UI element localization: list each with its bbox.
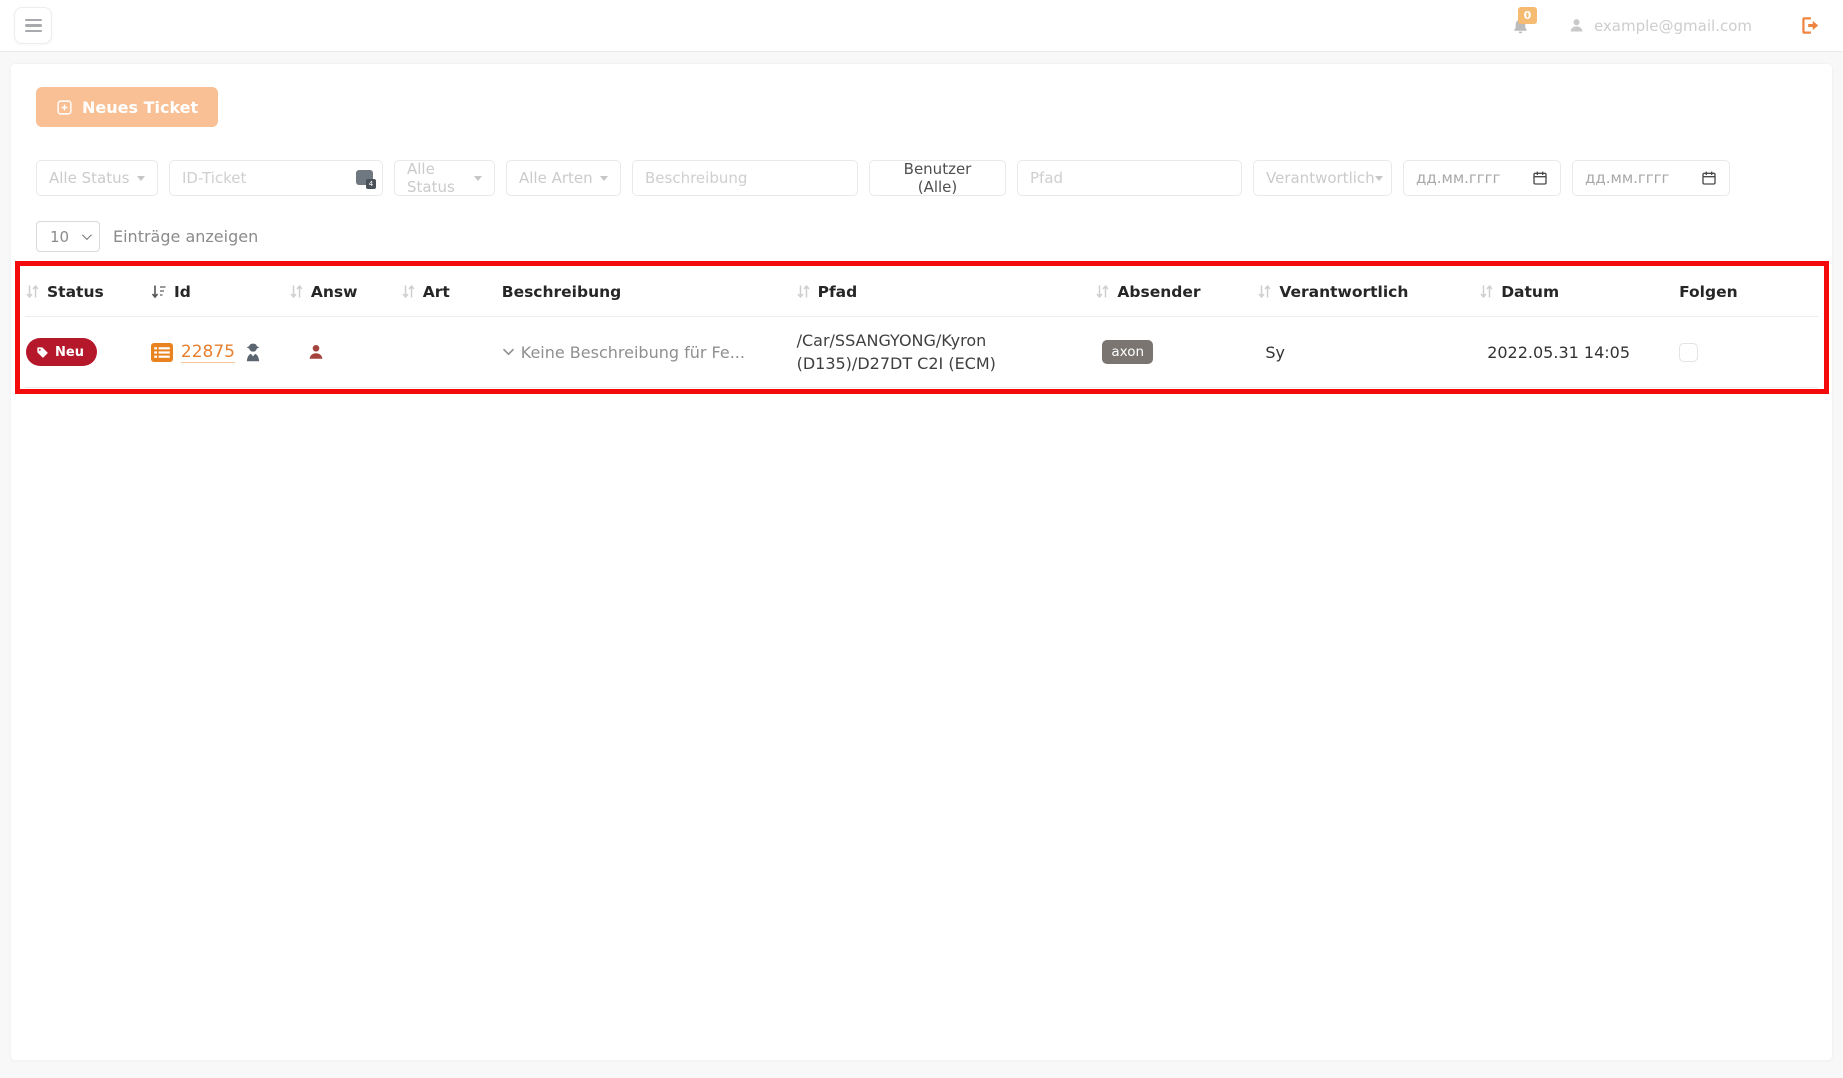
cell-pfad: /Car/SSANGYONG/Kyron (D135)/D27DT C2I (E…	[790, 317, 1090, 387]
notification-count-badge: 0	[1518, 7, 1537, 24]
filter-status-select[interactable]: Alle Status	[36, 160, 158, 196]
sort-desc-active-icon[interactable]	[151, 284, 166, 299]
table-row: Neu 22875	[25, 317, 1818, 388]
logout-icon[interactable]	[1800, 16, 1821, 35]
sort-icon[interactable]	[1096, 284, 1109, 299]
sort-icon[interactable]	[26, 284, 39, 299]
header-status[interactable]: Status	[25, 267, 148, 316]
filter-description-field[interactable]	[632, 160, 858, 196]
filter-benutzer-button[interactable]: Benutzer (Alle)	[869, 160, 1006, 196]
cell-answ	[288, 317, 400, 387]
new-ticket-button[interactable]: Neues Ticket	[36, 87, 218, 127]
cell-status: Neu	[25, 317, 148, 387]
tags-icon	[36, 346, 49, 359]
header-datum[interactable]: Datum	[1474, 267, 1674, 316]
chevron-down-icon[interactable]	[502, 348, 515, 356]
header-beschreibung[interactable]: Beschreibung	[495, 267, 790, 316]
ticket-id-link[interactable]: 22875	[181, 342, 235, 363]
header-answ[interactable]: Answ	[288, 267, 400, 316]
tickets-table: Status Id Answ	[25, 267, 1818, 388]
filter-id-ticket-field[interactable]	[169, 160, 383, 196]
sort-icon[interactable]	[290, 284, 303, 299]
hamburger-icon	[25, 19, 42, 22]
status-badge: Neu	[26, 338, 97, 366]
filter-responsible-select[interactable]: Verantwortlich	[1253, 160, 1392, 196]
header-absender[interactable]: Absender	[1089, 267, 1254, 316]
filter-status2-select[interactable]: Alle Status	[394, 160, 495, 196]
header-folgen: Folgen	[1674, 267, 1818, 316]
cell-beschreibung[interactable]: Keine Beschreibung für Fe...	[495, 317, 790, 387]
sort-icon[interactable]	[1258, 284, 1271, 299]
filter-date-from[interactable]: дд.мм.гггг	[1403, 160, 1561, 196]
user-email: example@gmail.com	[1594, 17, 1752, 35]
cell-absender: axon	[1089, 317, 1254, 387]
user-avatar-icon	[1568, 17, 1585, 34]
list-alt-icon	[151, 343, 173, 362]
page-size-row: 10 Einträge anzeigen	[36, 221, 1818, 252]
filter-art-select[interactable]: Alle Arten	[506, 160, 621, 196]
path-input[interactable]	[1030, 169, 1229, 187]
sort-icon[interactable]	[1480, 284, 1493, 299]
header-id[interactable]: Id	[148, 267, 288, 316]
header-pfad[interactable]: Pfad	[790, 267, 1090, 316]
caret-down-icon	[1375, 176, 1383, 181]
cell-id: 22875	[148, 317, 288, 387]
table-header-row: Status Id Answ	[25, 267, 1818, 317]
description-text: Keine Beschreibung für Fe...	[521, 343, 745, 362]
cell-datum: 2022.05.31 14:05	[1474, 317, 1674, 387]
autofill-extension-icon	[356, 170, 373, 185]
person-icon	[307, 343, 325, 361]
caret-down-icon	[600, 176, 608, 181]
user-secret-icon	[243, 342, 263, 363]
absender-badge: axon	[1102, 340, 1153, 364]
chevron-down-icon	[82, 230, 92, 240]
filter-path-field[interactable]	[1017, 160, 1242, 196]
calendar-icon[interactable]	[1532, 170, 1548, 186]
cell-verantwortlich: Sy	[1254, 317, 1474, 387]
topbar: 0 example@gmail.com	[0, 0, 1843, 52]
header-verantwortlich[interactable]: Verantwortlich	[1254, 267, 1474, 316]
page-size-select[interactable]: 10	[36, 221, 100, 252]
cell-folgen	[1674, 317, 1818, 387]
notifications-button[interactable]: 0	[1511, 16, 1530, 36]
sort-icon[interactable]	[402, 284, 415, 299]
content-card: Neues Ticket Alle Status Alle Status All…	[10, 63, 1833, 1061]
header-art[interactable]: Art	[400, 267, 495, 316]
page-size-label: Einträge anzeigen	[113, 227, 258, 246]
filter-date-to[interactable]: дд.мм.гггг	[1572, 160, 1730, 196]
id-ticket-input[interactable]	[182, 169, 370, 187]
caret-down-icon	[137, 176, 145, 181]
path-text: /Car/SSANGYONG/Kyron (D135)/D27DT C2I (E…	[797, 329, 1015, 375]
calendar-icon[interactable]	[1701, 170, 1717, 186]
folgen-checkbox[interactable]	[1679, 343, 1698, 362]
sort-icon[interactable]	[797, 284, 810, 299]
plus-square-icon	[56, 99, 73, 116]
caret-down-icon	[474, 176, 482, 181]
cell-art	[400, 317, 495, 387]
menu-toggle-button[interactable]	[14, 7, 52, 44]
filter-row: Alle Status Alle Status Alle Arten Benut…	[36, 160, 1818, 196]
description-input[interactable]	[645, 169, 845, 187]
